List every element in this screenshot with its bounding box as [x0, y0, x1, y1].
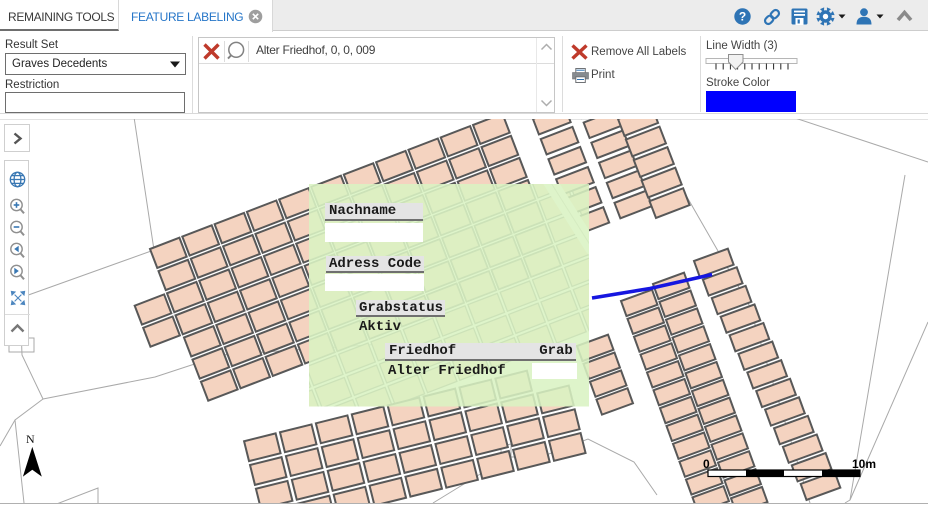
svg-text:?: ? [739, 10, 746, 24]
svg-text:0: 0 [703, 457, 710, 471]
svg-text:N: N [26, 432, 35, 446]
svg-text:10m: 10m [852, 457, 876, 471]
